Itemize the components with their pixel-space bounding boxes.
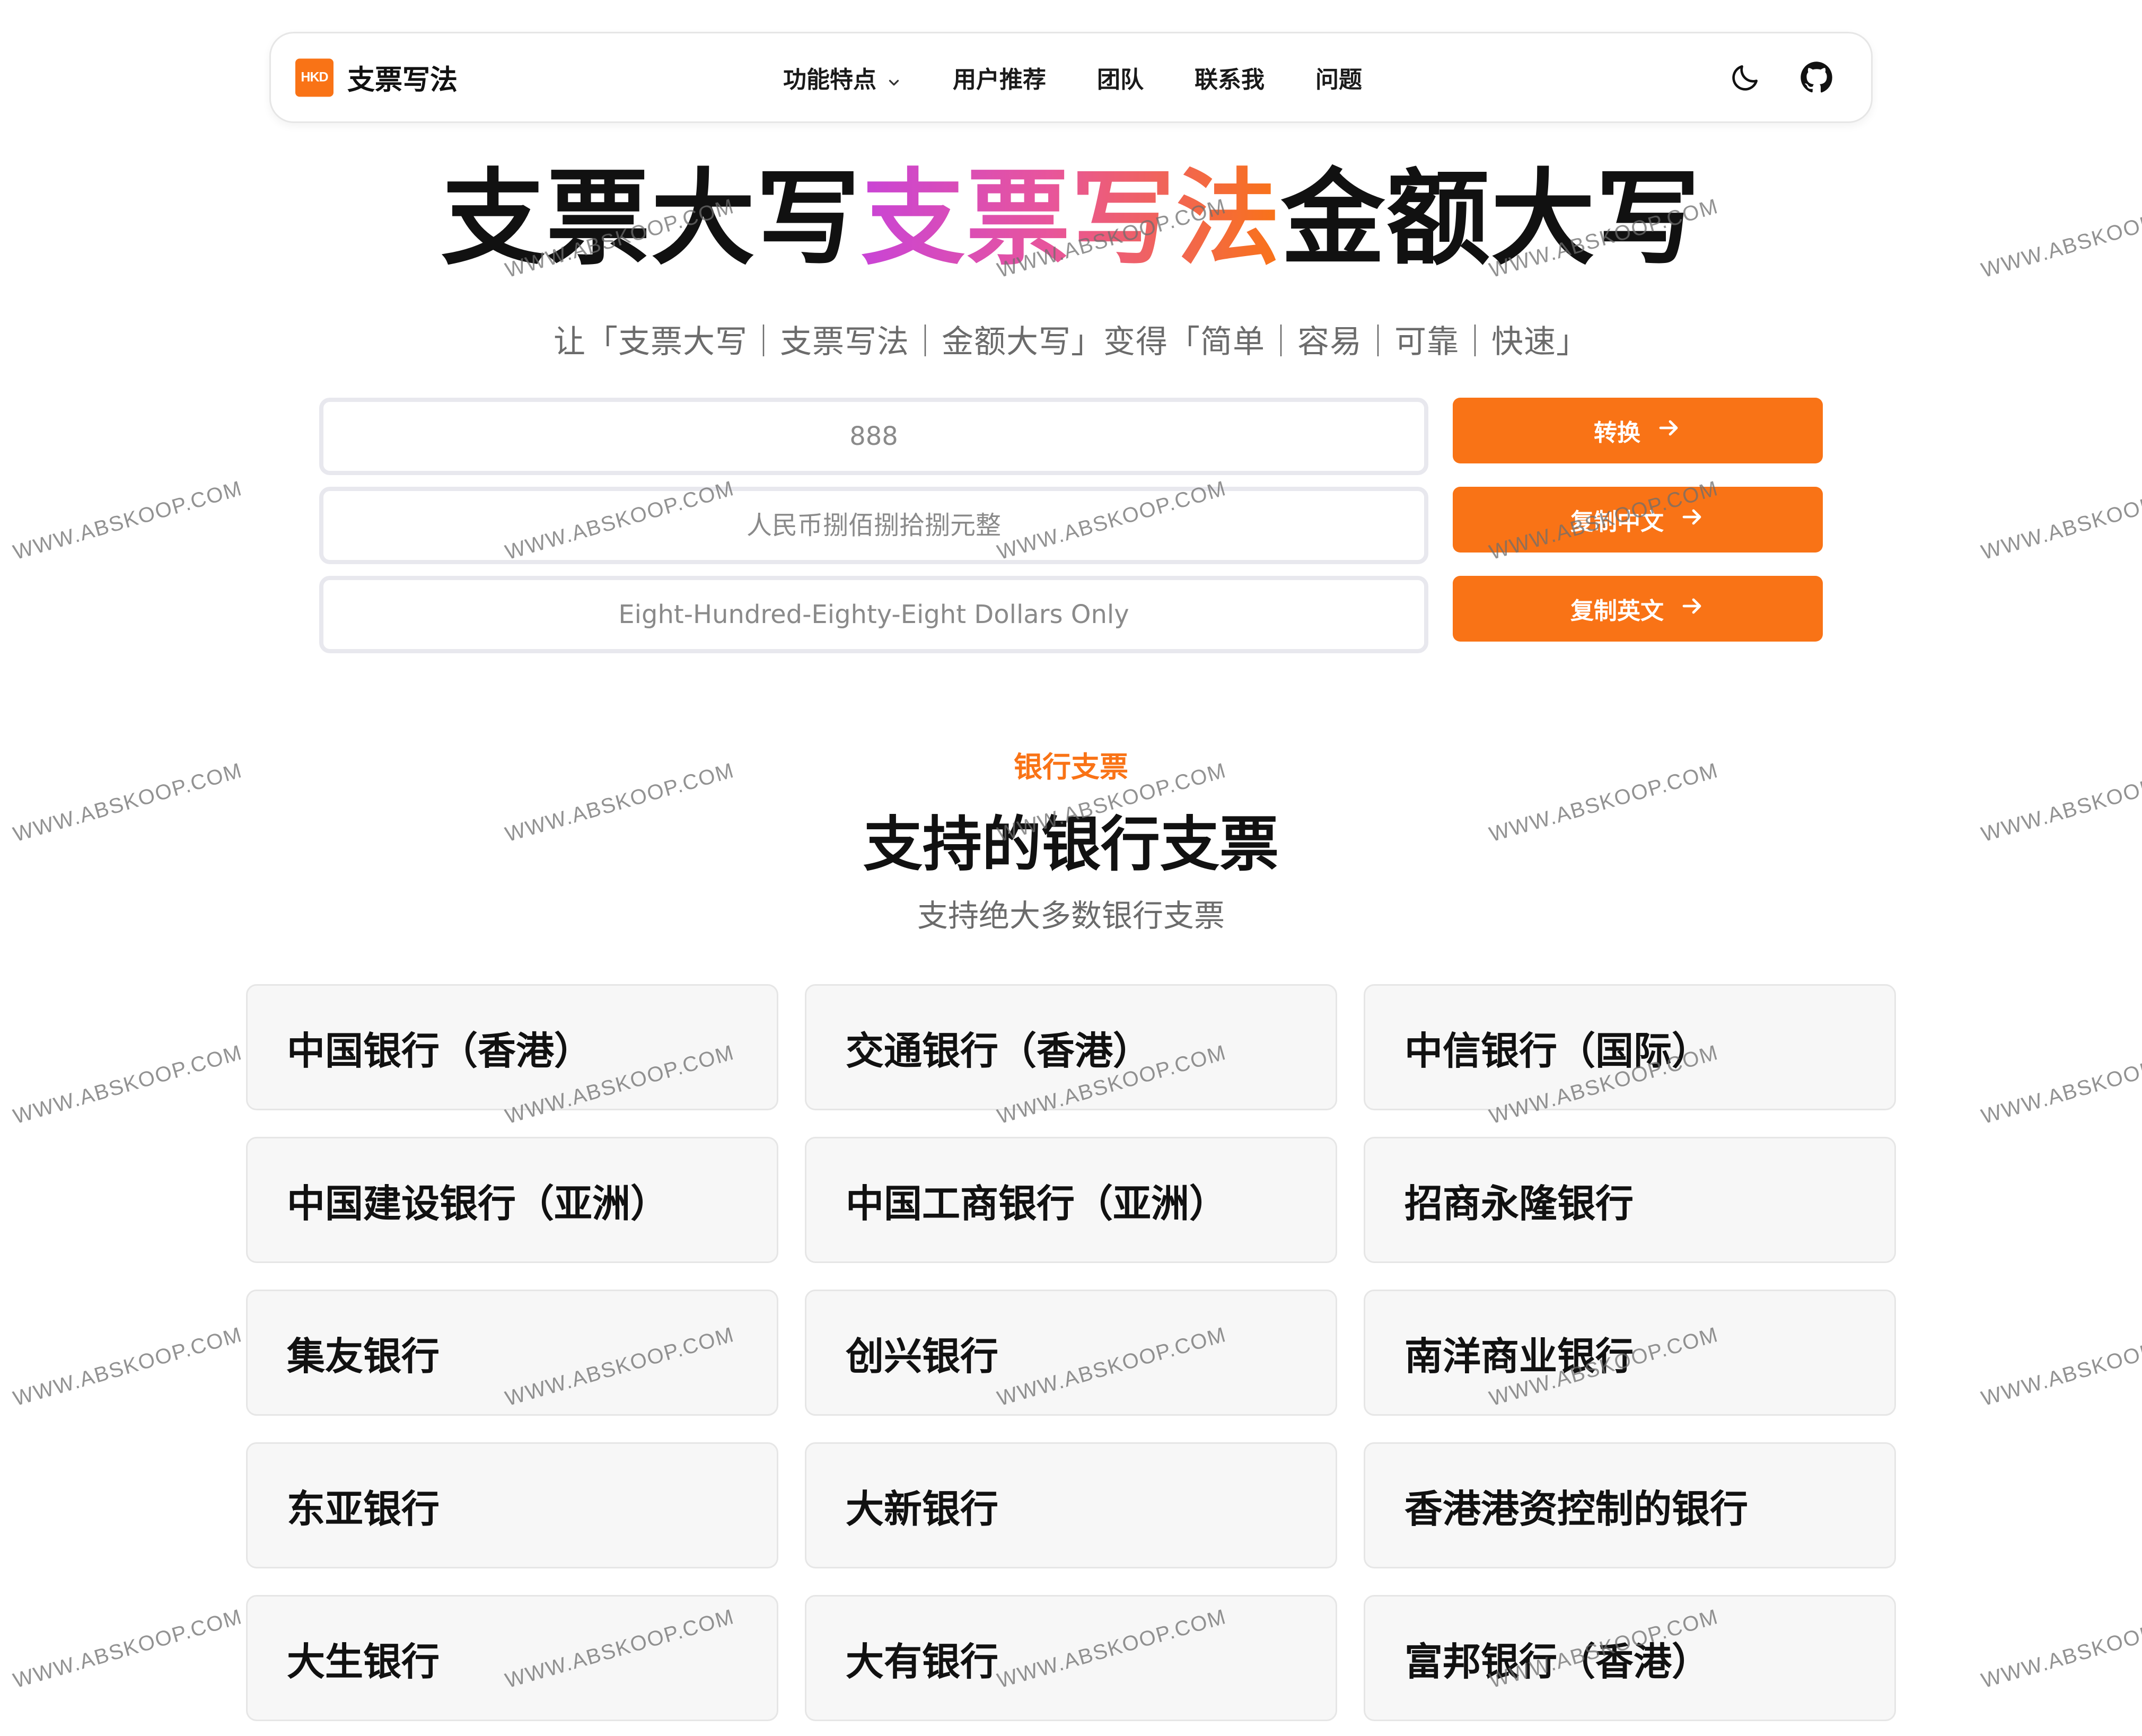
- nav-menu: 功能特点 用户推荐 团队 联系我 问题: [783, 60, 1362, 94]
- bank-card: 中国建设银行（亚洲）: [246, 1137, 778, 1263]
- bank-card: 中国银行（香港）: [246, 984, 778, 1110]
- navbar: HKD 支票写法 功能特点 用户推荐 团队 联系我 问题: [269, 32, 1873, 123]
- copy-english-button-label: 复制英文: [1570, 598, 1664, 625]
- nav-item-contact[interactable]: 联系我: [1195, 60, 1265, 94]
- bank-card: 富邦银行（香港）: [1364, 1595, 1896, 1721]
- english-result-input[interactable]: [323, 580, 1424, 649]
- watermark-text: WWW.ABSKOOP.COM: [1979, 1040, 2142, 1129]
- bank-card: 大新银行: [805, 1442, 1337, 1568]
- bank-card: 香港港资控制的银行: [1364, 1442, 1896, 1568]
- bank-card: 交通银行（香港）: [805, 984, 1337, 1110]
- bank-card: 创兴银行: [805, 1290, 1337, 1416]
- chevron-down-icon: [886, 69, 902, 86]
- watermark-text: WWW.ABSKOOP.COM: [11, 1605, 245, 1693]
- copy-chinese-button-label: 复制中文: [1570, 508, 1664, 536]
- section-title: 支持的银行支票: [863, 810, 1279, 879]
- bank-card: 南洋商业银行: [1364, 1290, 1896, 1416]
- convert-button[interactable]: 转换: [1453, 398, 1823, 463]
- bank-card: 中信银行（国际）: [1364, 984, 1896, 1110]
- english-result-field: [319, 576, 1428, 653]
- section-eyebrow: 银行支票: [1014, 750, 1128, 784]
- moon-icon[interactable]: [1729, 61, 1762, 94]
- amount-input[interactable]: [323, 402, 1424, 471]
- nav-icons: [1729, 61, 1833, 94]
- chinese-result-field: [319, 487, 1428, 564]
- copy-english-button[interactable]: 复制英文: [1453, 576, 1823, 642]
- watermark-text: WWW.ABSKOOP.COM: [11, 476, 245, 565]
- hero-subtitle: 让「支票大写｜支票写法｜金额大写」变得「简单｜容易｜可靠｜快速」: [554, 323, 1588, 361]
- bank-card: 大有银行: [805, 1595, 1337, 1721]
- github-icon[interactable]: [1800, 61, 1833, 94]
- bank-card: 集友银行: [246, 1290, 778, 1416]
- hero-title-part3: 金额大写: [1281, 159, 1701, 279]
- bank-card: 大生银行: [246, 1595, 778, 1721]
- watermark-text: WWW.ABSKOOP.COM: [1979, 1605, 2142, 1693]
- bank-grid: 中国银行（香港） 交通银行（香港） 中信银行（国际） 中国建设银行（亚洲） 中国…: [246, 984, 1896, 1721]
- arrow-right-icon: [1680, 593, 1705, 625]
- convert-button-label: 转换: [1594, 419, 1640, 446]
- watermark-text: WWW.ABSKOOP.COM: [1979, 476, 2142, 565]
- hero-title-highlight: 支票写法: [861, 159, 1281, 279]
- section-subtitle: 支持绝大多数银行支票: [917, 898, 1225, 934]
- copy-chinese-button[interactable]: 复制中文: [1453, 487, 1823, 553]
- nav-item-team[interactable]: 团队: [1097, 60, 1144, 94]
- nav-item-label: 功能特点: [783, 66, 876, 93]
- arrow-right-icon: [1656, 415, 1682, 446]
- bank-card: 中国工商银行（亚洲）: [805, 1137, 1337, 1263]
- amount-field: [319, 398, 1428, 475]
- logo-text: 支票写法: [347, 64, 458, 97]
- watermark-text: WWW.ABSKOOP.COM: [11, 1040, 245, 1129]
- bank-card: 东亚银行: [246, 1442, 778, 1568]
- bank-card: 招商永隆银行: [1364, 1137, 1896, 1263]
- nav-item-testimonials[interactable]: 用户推荐: [953, 60, 1046, 94]
- arrow-right-icon: [1680, 504, 1705, 536]
- hero-title-part1: 支票大写: [441, 159, 861, 279]
- logo-badge: HKD: [295, 58, 333, 97]
- chinese-result-input[interactable]: [323, 491, 1424, 560]
- watermark-text: WWW.ABSKOOP.COM: [11, 1322, 245, 1411]
- nav-item-features[interactable]: 功能特点: [783, 60, 902, 94]
- logo[interactable]: HKD 支票写法: [295, 58, 458, 98]
- watermark-text: WWW.ABSKOOP.COM: [1979, 1322, 2142, 1411]
- page: HKD 支票写法 功能特点 用户推荐 团队 联系我 问题 支票大写支票写法金额大…: [0, 0, 2142, 1736]
- nav-item-faq[interactable]: 问题: [1315, 60, 1362, 94]
- hero-title: 支票大写支票写法金额大写: [0, 162, 2142, 277]
